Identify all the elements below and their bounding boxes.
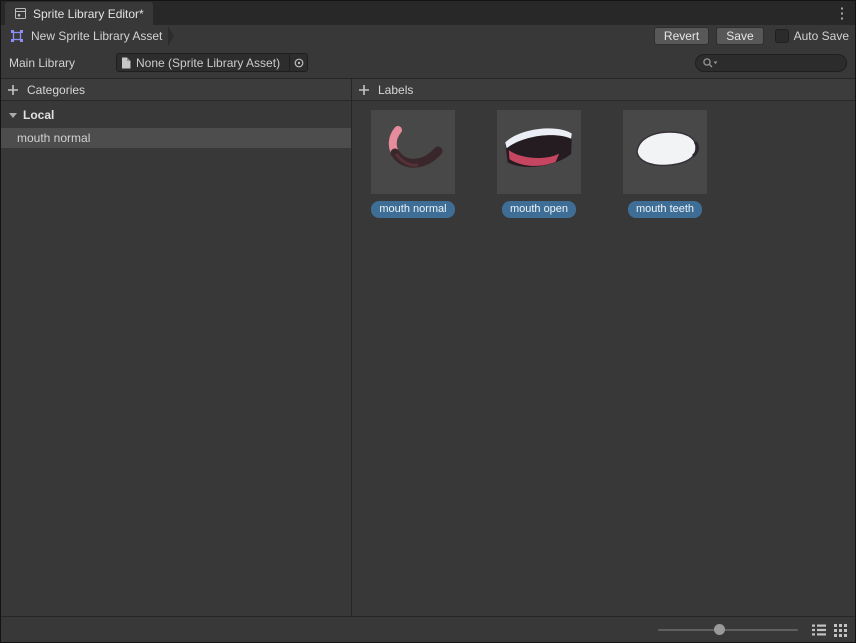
search-input[interactable] <box>721 56 840 70</box>
categories-panel: Categories Local mouth normal <box>1 79 352 616</box>
label-item-mouth-normal[interactable]: mouth normal <box>371 110 455 218</box>
slider-track <box>658 629 798 631</box>
add-category-icon[interactable] <box>7 84 19 96</box>
object-picker-icon[interactable] <box>289 54 307 71</box>
footer-bar <box>1 616 855 642</box>
sprite-thumbnail-mouth-normal <box>371 110 455 194</box>
object-field-value: None (Sprite Library Asset) <box>136 56 289 70</box>
toolbar: New Sprite Library Asset Revert Save Aut… <box>1 25 855 47</box>
breadcrumb-chevron-icon <box>168 26 174 46</box>
breadcrumb-label: New Sprite Library Asset <box>31 29 162 43</box>
local-foldout-label: Local <box>23 108 54 122</box>
tab-title: Sprite Library Editor* <box>33 7 144 21</box>
label-item-mouth-open[interactable]: mouth open <box>497 110 581 218</box>
grid-view-icon[interactable] <box>831 617 849 643</box>
main-library-row: Main Library None (Sprite Library Asset) <box>1 47 855 78</box>
label-badge: mouth open <box>502 201 576 218</box>
list-view-icon[interactable] <box>810 617 828 643</box>
labels-panel: Labels mouth normal <box>352 79 855 616</box>
tab-sprite-library-editor[interactable]: Sprite Library Editor* <box>5 2 153 25</box>
sprite-thumbnail-mouth-open <box>497 110 581 194</box>
add-label-icon[interactable] <box>358 84 370 96</box>
main-library-object-field[interactable]: None (Sprite Library Asset) <box>116 53 308 72</box>
categories-panel-header: Categories <box>1 79 351 101</box>
labels-grid: mouth normal mouth open <box>352 101 855 218</box>
thumbnail-size-slider[interactable] <box>658 617 798 643</box>
label-badge: mouth teeth <box>628 201 702 218</box>
auto-save-label: Auto Save <box>794 29 849 43</box>
search-field[interactable] <box>695 54 847 72</box>
label-badge: mouth normal <box>371 201 454 218</box>
sprite-library-editor-window: Sprite Library Editor* ⋮ New Sprite Libr… <box>0 0 856 643</box>
auto-save-checkbox[interactable] <box>775 29 789 43</box>
asset-document-icon <box>121 57 131 69</box>
slider-handle[interactable] <box>714 624 725 635</box>
category-item-mouth-normal[interactable]: mouth normal <box>1 128 351 148</box>
sprite-library-editor-icon <box>14 7 27 20</box>
save-button[interactable]: Save <box>716 27 763 45</box>
main-library-label: Main Library <box>9 56 116 70</box>
categories-header: Categories <box>27 83 85 97</box>
category-item-label: mouth normal <box>17 131 90 145</box>
labels-header: Labels <box>378 83 413 97</box>
revert-button[interactable]: Revert <box>654 27 709 45</box>
panels-area: Categories Local mouth normal Labels <box>1 78 855 616</box>
more-options-icon[interactable]: ⋮ <box>833 1 851 25</box>
sprite-library-asset-icon <box>10 29 24 43</box>
local-foldout[interactable]: Local <box>1 105 351 125</box>
foldout-triangle-icon <box>9 113 17 118</box>
sprite-thumbnail-mouth-teeth <box>623 110 707 194</box>
breadcrumb[interactable]: New Sprite Library Asset <box>7 25 165 47</box>
label-item-mouth-teeth[interactable]: mouth teeth <box>623 110 707 218</box>
labels-panel-header: Labels <box>352 79 855 101</box>
titlebar: Sprite Library Editor* ⋮ <box>1 1 855 25</box>
search-icon <box>702 57 718 69</box>
